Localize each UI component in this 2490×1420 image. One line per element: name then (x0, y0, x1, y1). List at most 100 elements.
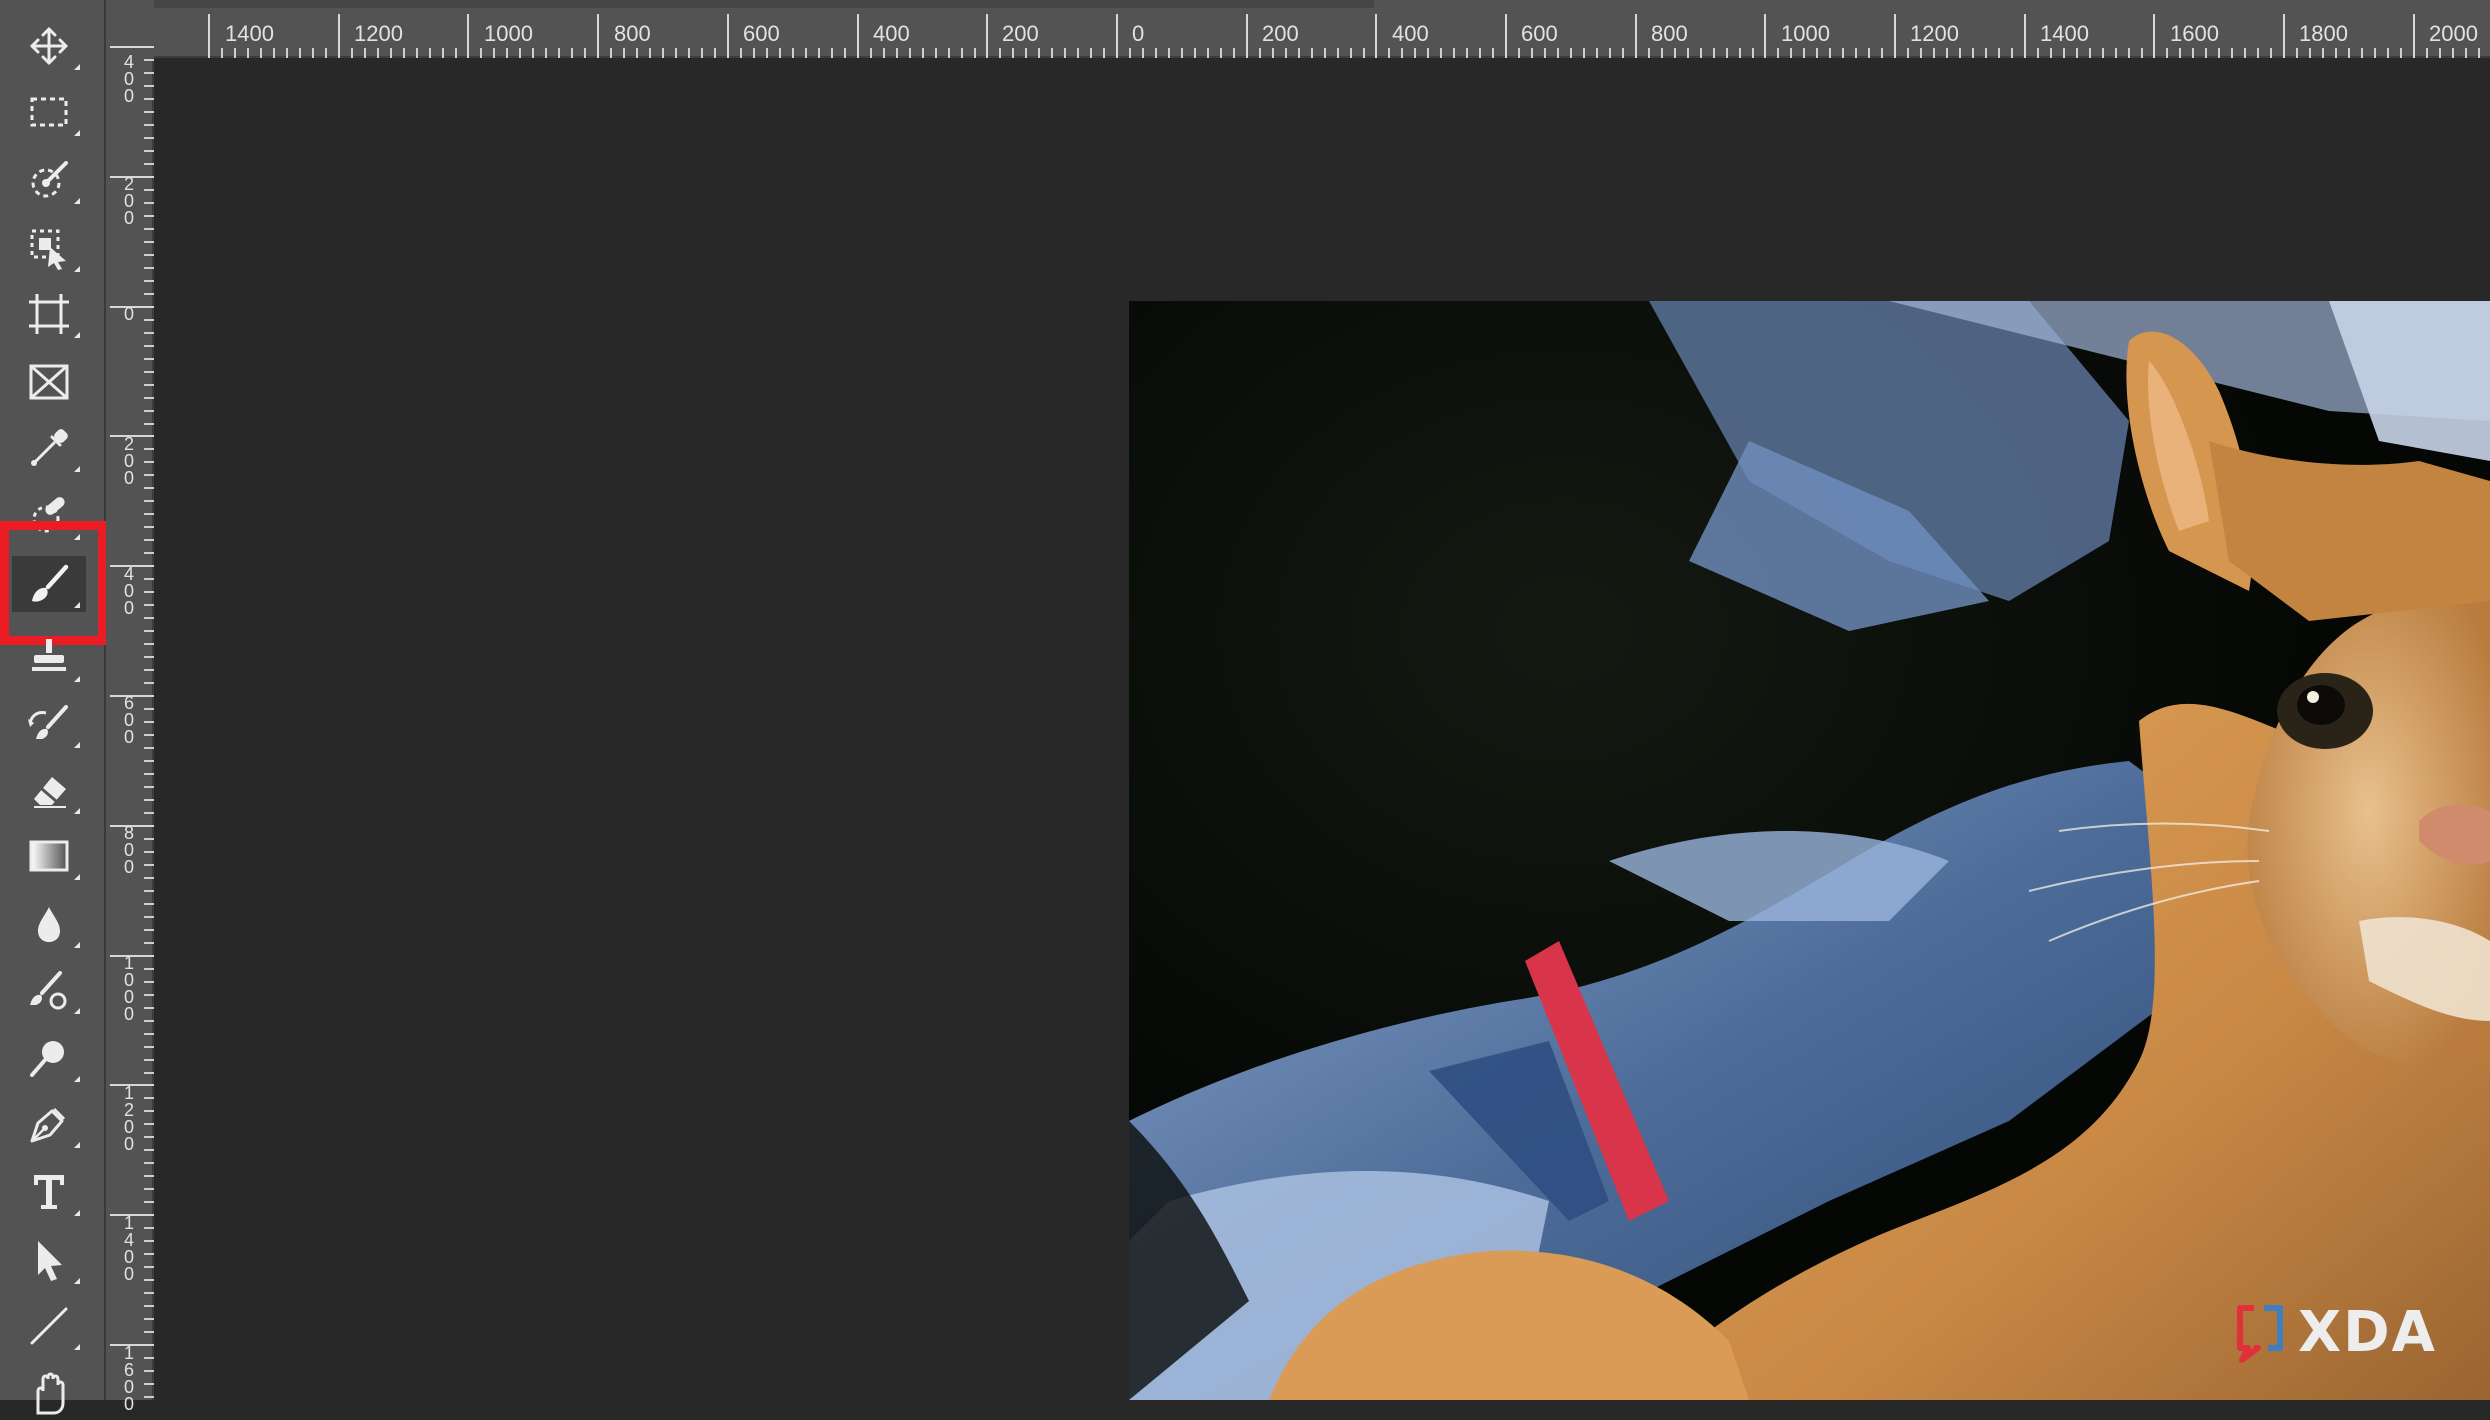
ruler-label: 1800 (2299, 21, 2348, 46)
ruler-minor-tick (1440, 48, 1442, 58)
ruler-minor-tick (1129, 48, 1131, 58)
horizontal-ruler[interactable]: 1400 1200 1000 800 600 400 200 0 200 400… (154, 0, 2490, 58)
ruler-minor-tick (1077, 48, 1079, 58)
ruler-minor-tick (714, 48, 716, 58)
ruler-minor-tick (883, 48, 885, 58)
ruler-minor-tick (1583, 48, 1585, 58)
ruler-label: 1400 (2040, 21, 2089, 46)
frame-tool-button[interactable] (12, 354, 86, 410)
ruler-minor-tick (144, 968, 154, 970)
line-icon (30, 1307, 68, 1345)
ruler-minor-tick (805, 48, 807, 58)
ruler-minor-tick (1713, 48, 1715, 58)
ruler-minor-tick (144, 59, 154, 61)
ruler-minor-tick (610, 48, 612, 58)
ruler-minor-tick (571, 48, 573, 58)
ruler-minor-tick (144, 760, 154, 762)
ruler-major-tick (2283, 14, 2285, 58)
ruler-minor-tick (1025, 48, 1027, 58)
ruler-minor-tick (2063, 48, 2065, 58)
ruler-minor-tick (2231, 48, 2233, 58)
quick-selection-tool-button[interactable] (12, 152, 86, 208)
ruler-major-tick (467, 14, 469, 58)
ruler-minor-tick (144, 137, 154, 139)
type-tool-button[interactable] (12, 1164, 86, 1220)
hand-icon (36, 1372, 65, 1415)
ruler-minor-tick (144, 267, 154, 269)
ruler-minor-tick (1829, 48, 1831, 58)
ruler-label: 1600 (123, 1343, 134, 1414)
ruler-minor-tick (1233, 48, 1235, 58)
eraser-tool-button[interactable] (12, 762, 86, 818)
object-selection-icon (30, 229, 66, 270)
ruler-minor-tick (312, 48, 314, 58)
clone-stamp-tool-button[interactable] (12, 630, 86, 686)
ruler-label: 1400 (123, 1213, 134, 1284)
ruler-minor-tick (1298, 48, 1300, 58)
hand-tool-button[interactable] (12, 1364, 86, 1420)
ruler-major-tick (208, 14, 210, 58)
type-icon (34, 1175, 64, 1209)
ruler-minor-tick (351, 48, 353, 58)
mixer-brush-tool-button[interactable] (12, 962, 86, 1018)
gradient-icon (29, 840, 69, 872)
marquee-icon (30, 97, 68, 127)
ruler-minor-tick (818, 48, 820, 58)
vertical-ruler[interactable]: 400 200 0 200 400 600 800 1000 1200 1400… (106, 46, 154, 1413)
ruler-minor-tick (455, 48, 457, 58)
ruler-minor-tick (844, 48, 846, 58)
ruler-minor-tick (144, 578, 154, 580)
ruler-label: 400 (1392, 21, 1429, 46)
ruler-minor-tick (144, 1253, 154, 1255)
ruler-minor-tick (442, 48, 444, 58)
path-selection-tool-button[interactable] (12, 1232, 86, 1288)
blur-icon (38, 907, 60, 942)
ruler-minor-tick (2452, 48, 2454, 58)
ruler-minor-tick (2011, 48, 2013, 58)
artboard-tool-button[interactable] (12, 286, 86, 342)
ruler-minor-tick (144, 1110, 154, 1112)
blur-tool-button[interactable] (12, 896, 86, 952)
ruler-minor-tick (144, 85, 154, 87)
gradient-tool-button[interactable] (12, 828, 86, 884)
ruler-minor-tick (1985, 48, 1987, 58)
ruler-major-tick (597, 14, 599, 58)
dodge-tool-button[interactable] (12, 1030, 86, 1086)
object-selection-tool-button[interactable] (12, 220, 86, 276)
ruler-label: 1200 (354, 21, 403, 46)
ruler-origin-corner[interactable] (106, 0, 155, 59)
ruler-label: 1200 (123, 1083, 134, 1154)
ruler-minor-tick (299, 48, 301, 58)
ruler-minor-tick (144, 332, 154, 334)
ruler-minor-tick (1142, 48, 1144, 58)
move-icon (30, 27, 68, 65)
ruler-minor-tick (364, 48, 366, 58)
line-tool-button[interactable] (12, 1298, 86, 1354)
ruler-minor-tick (2335, 48, 2337, 58)
ruler-minor-tick (1051, 48, 1053, 58)
ruler-minor-tick (2205, 48, 2207, 58)
pen-tool-button[interactable] (12, 1096, 86, 1152)
xda-logo-icon (2237, 1305, 2283, 1363)
ruler-minor-tick (1414, 48, 1416, 58)
eyedropper-tool-button[interactable] (12, 420, 86, 476)
ruler-minor-tick (144, 1020, 154, 1022)
brush-tool-highlight-box (0, 521, 107, 645)
ruler-minor-tick (1453, 48, 1455, 58)
ruler-label: 0 (123, 304, 134, 324)
ruler-minor-tick (1168, 48, 1170, 58)
ruler-minor-tick (1946, 48, 1948, 58)
ruler-minor-tick (2348, 48, 2350, 58)
ruler-minor-tick (1544, 48, 1546, 58)
ruler-minor-tick (144, 890, 154, 892)
marquee-tool-button[interactable] (12, 84, 86, 140)
canvas-image[interactable] (1129, 301, 2490, 1400)
ruler-minor-tick (1388, 48, 1390, 58)
ruler-minor-tick (1090, 48, 1092, 58)
ruler-label: 400 (123, 564, 134, 618)
ruler-label: 400 (123, 52, 134, 106)
move-tool-button[interactable] (12, 18, 86, 74)
history-brush-tool-button[interactable] (12, 696, 86, 752)
ruler-minor-tick (909, 48, 911, 58)
ruler-minor-tick (144, 1331, 154, 1333)
